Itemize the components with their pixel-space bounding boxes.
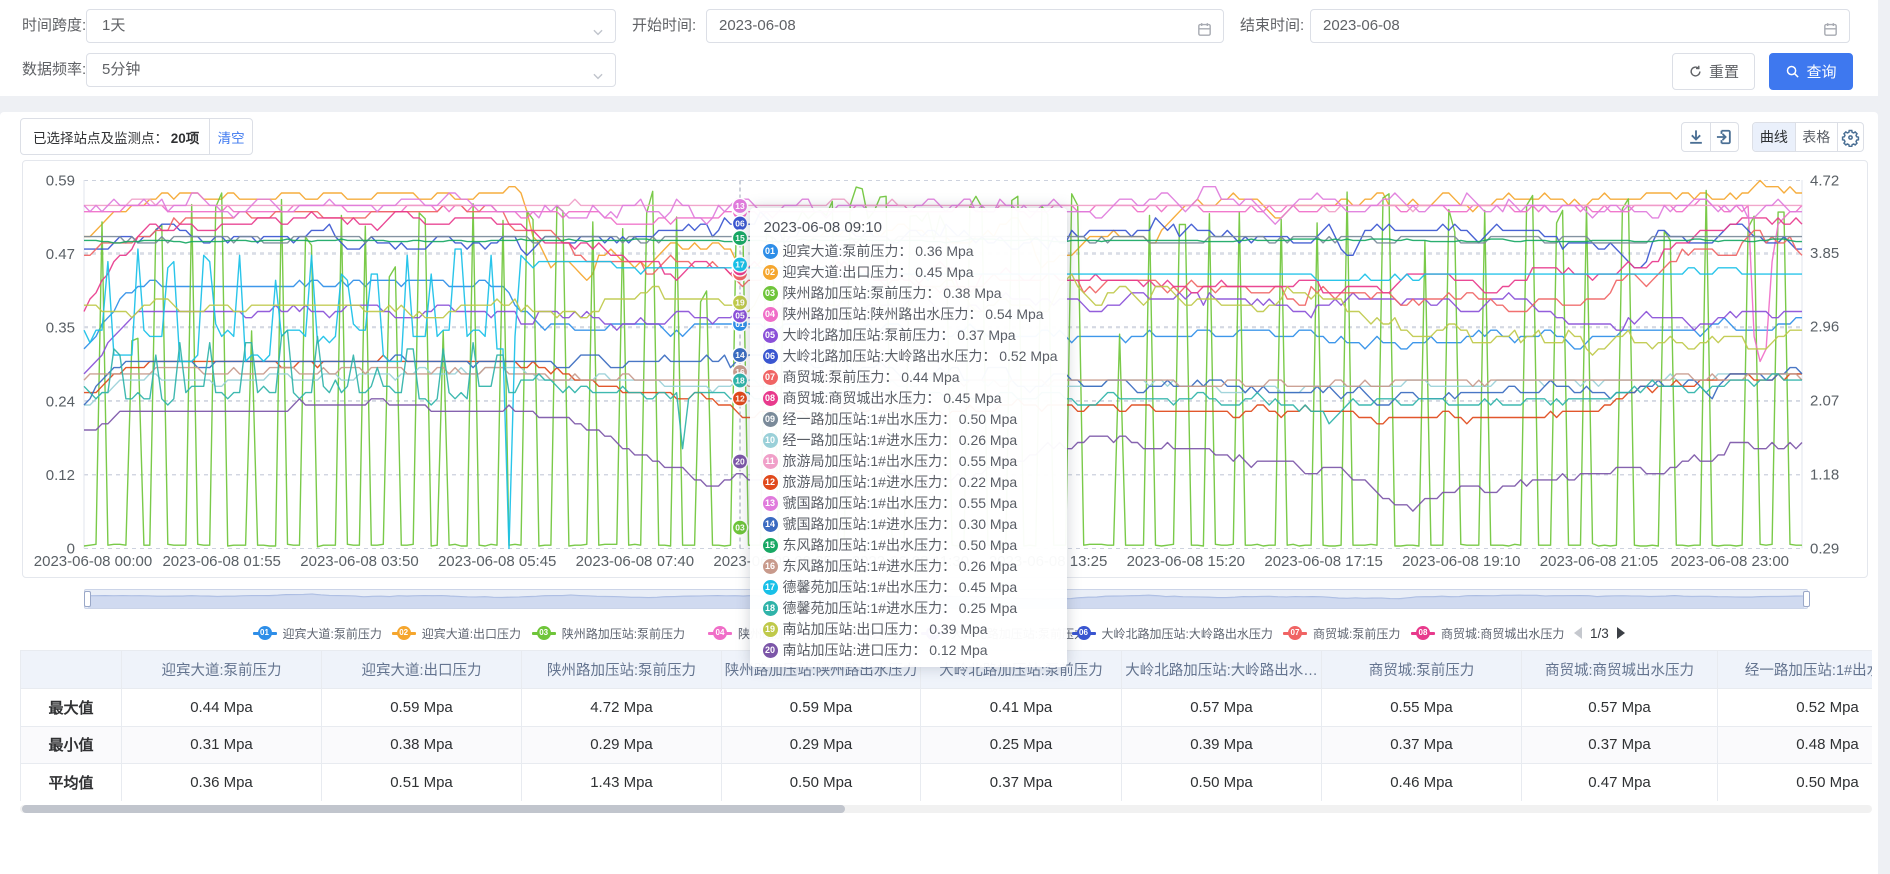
svg-text:2023-06-08 00:00: 2023-06-08 00:00	[34, 553, 152, 570]
svg-text:06: 06	[735, 219, 745, 229]
svg-text:19: 19	[735, 298, 745, 308]
svg-text:2023-06-08 07:40: 2023-06-08 07:40	[576, 553, 694, 570]
svg-text:17: 17	[735, 260, 745, 270]
svg-text:2023-06-08 15:20: 2023-06-08 15:20	[1127, 553, 1245, 570]
svg-text:2023-06-08 21:05: 2023-06-08 21:05	[1540, 553, 1658, 570]
svg-text:2023-06-08 17:15: 2023-06-08 17:15	[1264, 553, 1382, 570]
svg-text:03: 03	[735, 523, 745, 533]
svg-text:20: 20	[735, 457, 745, 467]
svg-text:0.29: 0.29	[1810, 541, 1839, 558]
svg-text:05: 05	[735, 311, 745, 321]
svg-text:2023-06-08 23:00: 2023-06-08 23:00	[1671, 553, 1789, 570]
svg-text:13: 13	[735, 201, 745, 211]
svg-text:0.24: 0.24	[46, 393, 75, 410]
svg-text:0.59: 0.59	[46, 173, 75, 190]
svg-text:2023-06-08 03:50: 2023-06-08 03:50	[300, 553, 418, 570]
svg-text:14: 14	[735, 350, 745, 360]
svg-text:4.72: 4.72	[1810, 173, 1839, 190]
svg-text:18: 18	[735, 376, 745, 386]
svg-text:0.47: 0.47	[46, 246, 75, 263]
svg-text:2.07: 2.07	[1810, 393, 1839, 410]
svg-text:2023-06-08 01:55: 2023-06-08 01:55	[162, 553, 280, 570]
svg-text:15: 15	[735, 233, 745, 243]
svg-text:2.96: 2.96	[1810, 319, 1839, 336]
svg-text:1.18: 1.18	[1810, 467, 1839, 484]
svg-text:2023-06-08 19:10: 2023-06-08 19:10	[1402, 553, 1520, 570]
svg-text:3.85: 3.85	[1810, 245, 1839, 262]
svg-text:0.35: 0.35	[46, 320, 75, 337]
svg-text:2023-06-08 05:45: 2023-06-08 05:45	[438, 553, 556, 570]
svg-text:12: 12	[735, 394, 745, 404]
svg-text:0.12: 0.12	[46, 467, 75, 484]
